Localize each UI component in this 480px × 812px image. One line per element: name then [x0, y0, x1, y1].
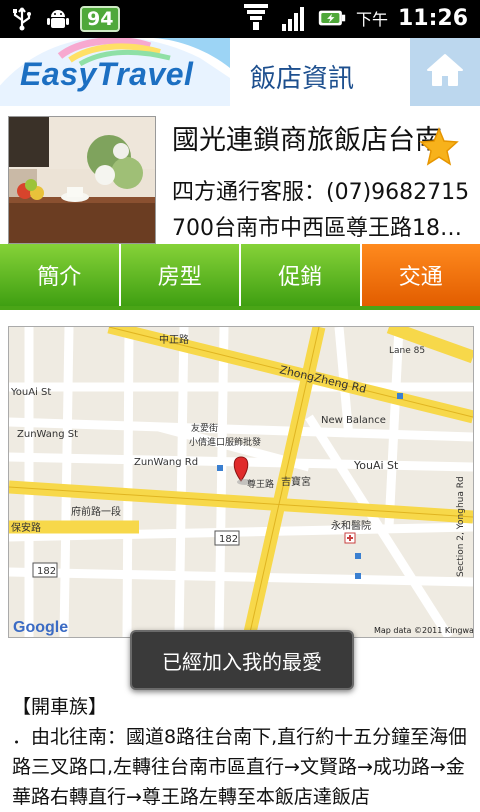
app-header: EasyTravel 飯店資訊	[0, 38, 480, 106]
usb-icon	[8, 5, 36, 33]
map-label-zunwang-st: ZunWang St	[17, 429, 78, 440]
logo-text: EasyTravel	[20, 56, 193, 93]
map-label-zhongzheng-cn: 中正路	[159, 333, 189, 346]
transport-info: 【開車族】 ．由北往南：國道8路往台南下,直行約十五分鐘至海佃路三叉路口,左轉往…	[12, 692, 468, 812]
tab-bar: 簡介 房型 促銷 交通	[0, 244, 480, 306]
map-label-new-balance: New Balance	[321, 415, 386, 426]
hotel-phone[interactable]: 四方通行客服：(07)9682715	[172, 174, 469, 206]
map-label-section2: Section 2, Yonghua Rd	[456, 476, 466, 577]
logo: EasyTravel	[0, 38, 230, 106]
content-heading: 【開車族】	[12, 692, 468, 722]
tab-promotions[interactable]: 促銷	[241, 244, 360, 306]
map-label-youai-jie: 友愛街	[191, 422, 218, 434]
map-view[interactable]: 中正路 ZhongZheng Rd YouAi St YouAi St ZunW…	[8, 326, 474, 638]
map-label-youai-right: YouAi St	[353, 459, 399, 472]
battery-charging-icon	[318, 4, 346, 32]
tab-underline	[0, 306, 480, 310]
map-label-xiaoqiao: 小倩進口服飾批發	[189, 436, 261, 448]
star-icon[interactable]	[418, 126, 460, 168]
tab-transport[interactable]: 交通	[362, 244, 480, 306]
hotel-photo	[8, 116, 156, 244]
map-google-logo: Google	[13, 619, 68, 636]
home-icon	[425, 52, 465, 92]
battery-level-badge: 94	[80, 6, 120, 32]
signal-icon	[280, 4, 308, 32]
map-label-lane: Lane 85	[389, 346, 425, 356]
map-label-zunwang-rd: ZunWang Rd	[134, 457, 198, 468]
clock-ampm: 下午	[356, 6, 388, 30]
map-attribution: Map data ©2011 Kingway	[374, 626, 473, 635]
hotel-info: 國光連鎖商旅飯店台南 四方通行客服：(07)9682715 700台南市中西區尊…	[0, 106, 480, 244]
map-route-182-a: 182	[219, 534, 238, 545]
status-bar: 94 下午 11:26	[0, 0, 480, 38]
map-label-zunwang-lu: 尊王路	[247, 478, 274, 490]
toast-text: 已經加入我的最愛	[162, 646, 322, 675]
tab-rooms[interactable]: 房型	[121, 244, 240, 306]
map-label-fuqian: 府前路一段	[71, 505, 121, 518]
content-body: ．由北往南：國道8路往台南下,直行約十五分鐘至海佃路三叉路口,左轉往台南市區直行…	[12, 722, 468, 812]
android-debug-icon	[44, 5, 72, 33]
clock-time: 11:26	[398, 6, 468, 31]
map-label-baoan: 保安路	[11, 521, 41, 534]
page-title: 飯店資訊	[250, 58, 354, 95]
map-label-jiguangong: 吉寶宮	[281, 475, 311, 488]
toast-message: 已經加入我的最愛	[130, 630, 354, 690]
wifi-icon	[242, 4, 270, 32]
map-label-youai-left: YouAi St	[10, 387, 51, 398]
tab-intro[interactable]: 簡介	[0, 244, 119, 306]
hotel-address: 700台南市中西區尊王路180號	[172, 210, 464, 242]
home-button[interactable]	[410, 38, 480, 106]
map-label-yonghe-clinic: 永和醫院	[331, 519, 371, 532]
map-route-182-b: 182	[37, 566, 56, 577]
